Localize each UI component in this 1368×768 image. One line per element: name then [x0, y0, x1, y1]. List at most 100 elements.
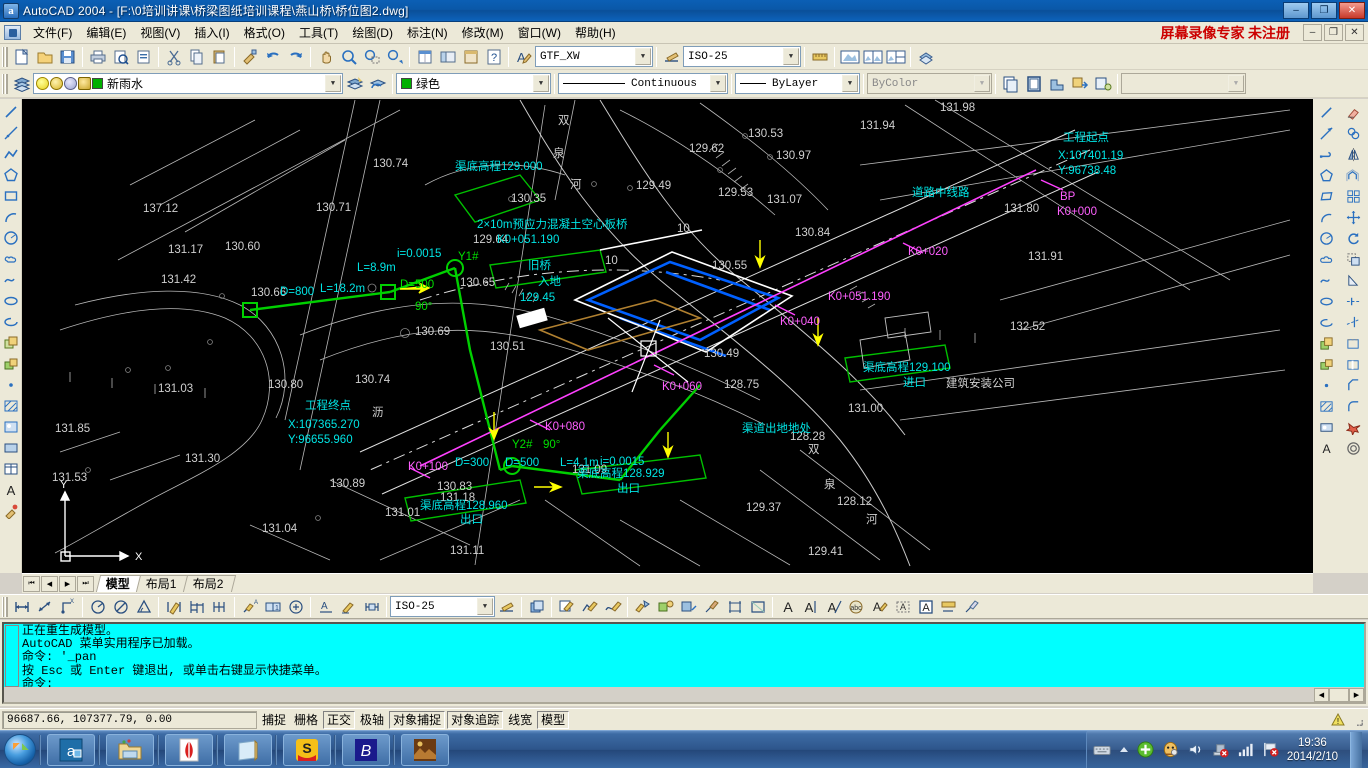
insert-block-icon[interactable] — [1316, 333, 1337, 354]
text-frame-icon[interactable]: A — [914, 596, 937, 618]
arc-icon[interactable] — [0, 206, 21, 227]
toolbar-grip[interactable] — [2, 73, 8, 94]
line-icon[interactable] — [0, 101, 21, 122]
layer-freeze-icon[interactable] — [50, 77, 63, 90]
move-icon[interactable] — [1343, 207, 1364, 228]
explode-icon[interactable] — [1343, 417, 1364, 438]
make-block-icon[interactable] — [0, 353, 21, 374]
block-editor-icon[interactable] — [1045, 73, 1068, 95]
edit-hatch-icon[interactable] — [555, 596, 578, 618]
arc-icon[interactable] — [1316, 207, 1337, 228]
match-properties-icon[interactable] — [700, 596, 723, 618]
make-block-icon[interactable] — [1316, 354, 1337, 375]
lineweight-combo[interactable]: ByLayer ▼ — [735, 73, 860, 94]
toolbar-grip[interactable] — [2, 46, 8, 67]
new-icon[interactable] — [10, 46, 33, 68]
layer-lock-icon[interactable] — [78, 77, 91, 90]
chevron-down-icon[interactable]: ▼ — [842, 75, 858, 92]
mdi-close-button[interactable]: ✕ — [1345, 24, 1364, 41]
paste-icon[interactable] — [208, 46, 231, 68]
erase-icon[interactable] — [1343, 102, 1364, 123]
chevron-down-icon[interactable]: ▼ — [635, 48, 651, 65]
taskbar-item-photo[interactable] — [401, 733, 449, 766]
dim-style-combo-bottom[interactable]: ISO-25 ▼ — [390, 596, 495, 617]
plot-preview-icon[interactable] — [109, 46, 132, 68]
status-ortho-button[interactable]: 正交 — [323, 710, 356, 729]
insert-block-icon[interactable] — [1068, 73, 1091, 95]
line-icon[interactable] — [1316, 102, 1337, 123]
taskbar-item-explorer[interactable] — [106, 733, 154, 766]
tab-prev-button[interactable]: ◀ — [41, 575, 58, 592]
drawing-canvas[interactable]: Y X 137.12 131.17 130.60 130.71 130.74 131.42… — [22, 99, 1313, 573]
mdi-minimize-button[interactable]: – — [1303, 24, 1322, 41]
polygon-icon[interactable] — [0, 164, 21, 185]
pan-icon[interactable] — [314, 46, 337, 68]
redo-icon[interactable] — [284, 46, 307, 68]
edit-text-icon[interactable]: A — [799, 596, 822, 618]
angular-dimension-icon[interactable] — [132, 596, 155, 618]
menu-tools[interactable]: 工具(T) — [292, 22, 345, 43]
table-icon[interactable] — [0, 458, 21, 479]
tolerance-icon[interactable]: 1 — [261, 596, 284, 618]
polyline-icon[interactable] — [0, 143, 21, 164]
linetype-combo[interactable]: Continuous ▼ — [558, 73, 728, 94]
command-window[interactable]: 正在重生成模型。 AutoCAD 菜单实用程序已加载。 命令: '_pan 按 … — [2, 622, 1366, 704]
plot-icon[interactable] — [86, 46, 109, 68]
point-icon[interactable] — [0, 374, 21, 395]
aligned-dimension-icon[interactable] — [33, 596, 56, 618]
menu-draw[interactable]: 绘图(D) — [345, 22, 400, 43]
text-fit-icon[interactable] — [937, 596, 960, 618]
point-icon[interactable] — [1316, 375, 1337, 396]
ellipse-arc-icon[interactable] — [1316, 312, 1337, 333]
extend-icon[interactable] — [1343, 333, 1364, 354]
dimension-text-edit-icon[interactable] — [337, 596, 360, 618]
matchprop-icon[interactable] — [238, 46, 261, 68]
scroll-left-icon[interactable]: ◀ — [1314, 687, 1329, 702]
center-mark-icon[interactable] — [284, 596, 307, 618]
circle-icon[interactable] — [1316, 228, 1337, 249]
minimize-button[interactable]: – — [1283, 2, 1309, 19]
toolbar-grip[interactable] — [2, 596, 8, 617]
help-icon[interactable]: ? — [482, 46, 505, 68]
multiline-text-icon[interactable]: A — [0, 479, 21, 500]
ruler-icon[interactable] — [808, 46, 831, 68]
command-scrollbar-vertical[interactable] — [5, 625, 19, 687]
spline-icon[interactable] — [1316, 270, 1337, 291]
rectangle-icon[interactable] — [0, 185, 21, 206]
cut-icon[interactable] — [162, 46, 185, 68]
taskbar-clock[interactable]: 19:36 2014/2/10 — [1287, 736, 1338, 764]
text-style-icon[interactable]: A — [512, 46, 535, 68]
viewport-3-icon[interactable] — [884, 46, 907, 68]
signal-icon[interactable] — [1237, 741, 1254, 758]
region-icon[interactable] — [1316, 417, 1337, 438]
copy-object-icon[interactable] — [1343, 123, 1364, 144]
quick-dimension-icon[interactable] — [162, 596, 185, 618]
toolpalettes-icon[interactable] — [459, 46, 482, 68]
maximize-button[interactable]: ❐ — [1311, 2, 1337, 19]
break-icon[interactable] — [1343, 354, 1364, 375]
stretch-icon[interactable] — [1343, 270, 1364, 291]
ellipse-icon[interactable] — [1316, 291, 1337, 312]
ordinate-dimension-icon[interactable]: X — [56, 596, 79, 618]
hatch-icon[interactable] — [0, 395, 21, 416]
rotate-icon[interactable] — [1343, 228, 1364, 249]
lengthen-icon[interactable] — [1343, 291, 1364, 312]
dimension-update-icon[interactable] — [360, 596, 383, 618]
zoom-previous-icon[interactable] — [383, 46, 406, 68]
polygon-icon[interactable] — [1316, 165, 1337, 186]
ellipse-arc-icon[interactable] — [0, 311, 21, 332]
insert-block-icon[interactable] — [0, 332, 21, 353]
circle-icon[interactable] — [0, 227, 21, 248]
edit-attribute-icon[interactable] — [631, 596, 654, 618]
layer-manager-icon[interactable] — [10, 73, 33, 95]
baseline-dimension-icon[interactable] — [185, 596, 208, 618]
taskbar-item-autocad[interactable]: a — [47, 733, 95, 766]
text-mask-icon[interactable]: A — [891, 596, 914, 618]
dimension-style-manager-icon[interactable] — [495, 596, 518, 618]
start-button[interactable] — [4, 733, 36, 766]
multiline-text-icon[interactable]: A — [1316, 438, 1337, 459]
rectangle-icon[interactable] — [1316, 186, 1337, 207]
menu-window[interactable]: 窗口(W) — [511, 22, 568, 43]
show-hidden-icon[interactable] — [1119, 745, 1129, 755]
viewport-1-icon[interactable] — [838, 46, 861, 68]
